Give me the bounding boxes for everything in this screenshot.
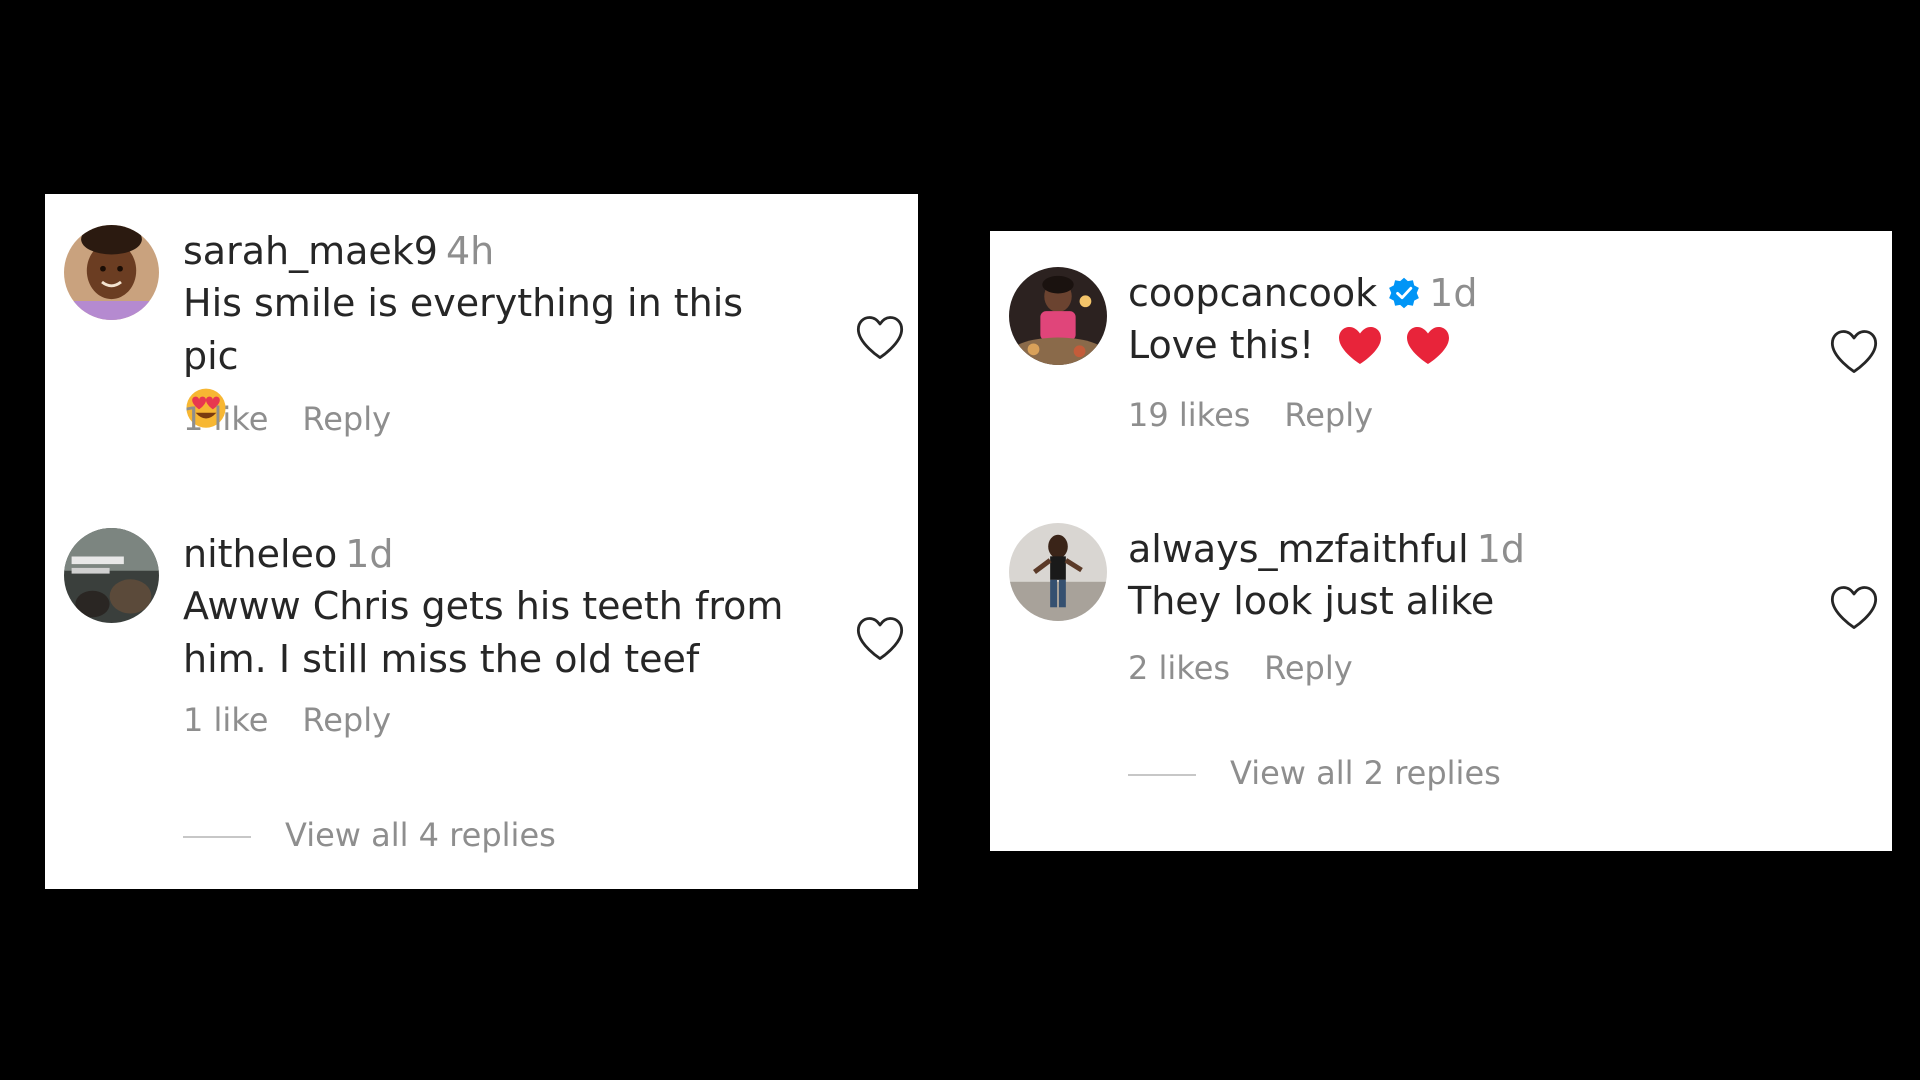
comments-panel-left: sarah_maek9 4h His smile is everything in… — [45, 194, 918, 889]
comment-meta: 19 likes Reply — [1128, 396, 1407, 434]
divider-line — [183, 836, 251, 838]
comments-panel-right: coopcancook 1d Love this! 19 likes Reply… — [990, 231, 1892, 851]
comment-header: sarah_maek9 4h — [183, 225, 808, 277]
reply-button[interactable]: Reply — [302, 701, 391, 739]
comment-text: They look just alike — [1128, 575, 1782, 628]
reply-button[interactable]: Reply — [1264, 649, 1353, 687]
timestamp[interactable]: 4h — [446, 229, 494, 273]
username[interactable]: coopcancook — [1128, 271, 1377, 315]
view-replies-button[interactable]: View all 4 replies — [183, 816, 556, 854]
comment-text-line: Awww Chris gets his teeth from — [183, 584, 784, 628]
comment-header: always_mzfaithful 1d — [1128, 523, 1782, 575]
username[interactable]: sarah_maek9 — [183, 229, 438, 273]
like-count[interactable]: 19 likes — [1128, 396, 1250, 434]
avatar[interactable] — [64, 225, 159, 320]
like-count[interactable]: 1 like — [183, 701, 268, 739]
red-heart-emoji-icon — [1404, 324, 1452, 366]
avatar[interactable] — [64, 528, 159, 623]
divider-line — [1128, 774, 1196, 776]
comment-meta: 1 like Reply — [183, 701, 425, 739]
comment-text-line: him. I still miss the old teef — [183, 637, 700, 681]
comment-text: Awww Chris gets his teeth from him. I st… — [183, 580, 808, 686]
timestamp[interactable]: 1d — [345, 532, 393, 576]
verified-badge-icon — [1387, 276, 1421, 310]
red-heart-emoji-icon — [1336, 324, 1384, 366]
like-count[interactable]: 1 like — [183, 400, 268, 438]
username[interactable]: always_mzfaithful — [1128, 527, 1469, 571]
like-heart-icon[interactable] — [854, 614, 906, 662]
avatar[interactable] — [1009, 523, 1107, 621]
like-heart-icon[interactable] — [854, 313, 906, 361]
comment-text-line: Love this! — [1128, 323, 1315, 367]
avatar[interactable] — [1009, 267, 1107, 365]
comment-text-line: They look just alike — [1128, 579, 1495, 623]
comment-meta: 1 like Reply — [183, 400, 425, 438]
username[interactable]: nitheleo — [183, 532, 337, 576]
reply-button[interactable]: Reply — [302, 400, 391, 438]
like-heart-icon[interactable] — [1828, 327, 1880, 375]
view-replies-label: View all 2 replies — [1230, 754, 1501, 792]
comment-meta: 2 likes Reply — [1128, 649, 1387, 687]
comment-text: Love this! — [1128, 319, 1782, 372]
reply-button[interactable]: Reply — [1284, 396, 1373, 434]
comment-text-line: His smile is everything in this pic — [183, 281, 744, 378]
view-replies-button[interactable]: View all 2 replies — [1128, 754, 1501, 792]
timestamp[interactable]: 1d — [1477, 527, 1525, 571]
view-replies-label: View all 4 replies — [285, 816, 556, 854]
like-heart-icon[interactable] — [1828, 583, 1880, 631]
comment-header: nitheleo 1d — [183, 528, 808, 580]
timestamp[interactable]: 1d — [1429, 271, 1477, 315]
like-count[interactable]: 2 likes — [1128, 649, 1230, 687]
comment-header: coopcancook 1d — [1128, 267, 1782, 319]
